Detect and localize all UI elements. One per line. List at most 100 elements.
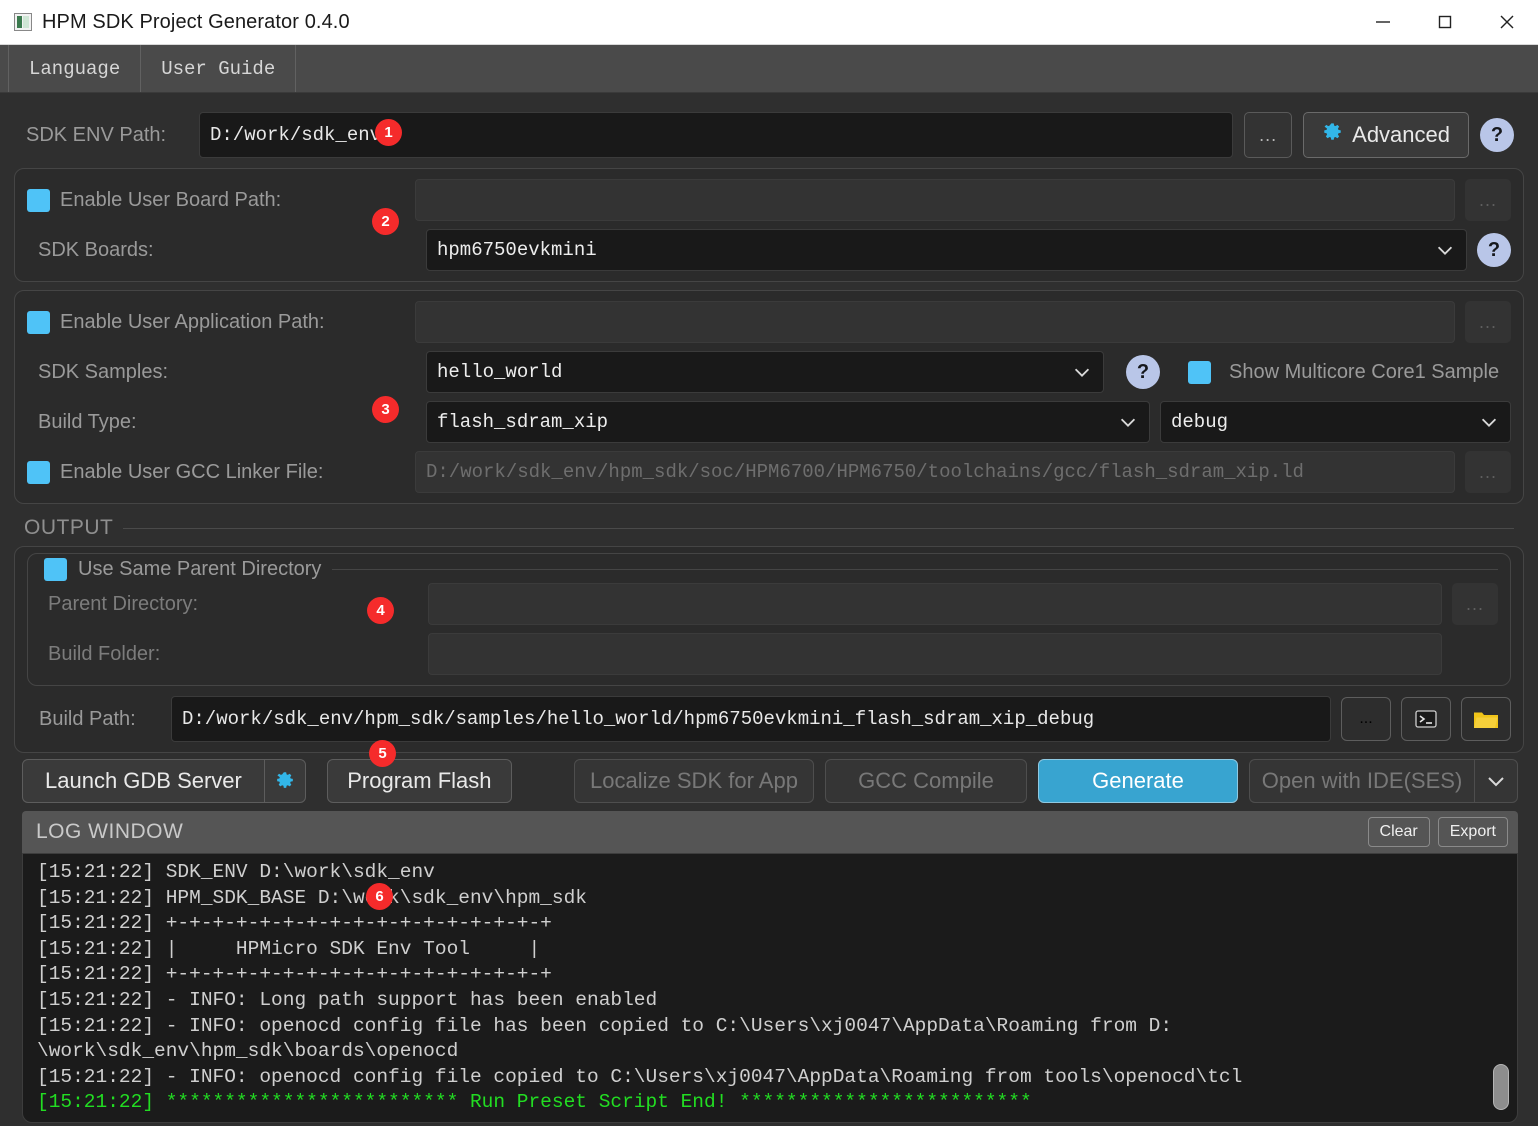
enable-linker-row: Enable User GCC Linker File: D:/work/sdk…: [27, 451, 1511, 493]
menu-item-language[interactable]: Language: [8, 45, 142, 92]
annotation-badge-6: 6: [366, 883, 393, 910]
app-icon: [14, 13, 32, 31]
log-line: [15:21:22] SDK_ENV D:\work\sdk_env: [37, 861, 435, 883]
chevron-down-icon: [1432, 237, 1458, 263]
build-type-row: Build Type: flash_sdram_xip debug: [27, 401, 1511, 443]
application-window: HPM SDK Project Generator 0.4.0 Language…: [0, 0, 1538, 1126]
build-type-value: flash_sdram_xip: [437, 411, 609, 433]
sdk-boards-label: SDK Boards:: [38, 238, 154, 261]
gear-icon: [1322, 122, 1343, 149]
output-section-divider: [123, 527, 1514, 529]
generate-button[interactable]: Generate: [1038, 759, 1238, 803]
user-app-browse-button[interactable]: ...: [1465, 301, 1511, 343]
linker-browse-button[interactable]: ...: [1465, 451, 1511, 493]
sdk-boards-value: hpm6750evkmini: [437, 239, 597, 261]
use-same-parent-divider: [332, 569, 1498, 570]
chevron-down-icon: [1476, 409, 1502, 435]
sdk-samples-select[interactable]: hello_world: [426, 351, 1104, 393]
log-line: [15:21:22] +-+-+-+-+-+-+-+-+-+-+-+-+-+-+…: [37, 912, 552, 935]
use-same-parent-group: Use Same Parent Directory Parent Directo…: [27, 553, 1511, 686]
sdk-boards-help-button[interactable]: ?: [1477, 233, 1511, 267]
log-line: [15:21:22] - INFO: Long path support has…: [37, 988, 658, 1011]
parent-directory-label: Parent Directory:: [48, 592, 199, 615]
close-icon[interactable]: [1476, 0, 1538, 45]
build-path-label: Build Path:: [39, 707, 136, 730]
use-same-parent-legend: Use Same Parent Directory: [44, 558, 1498, 581]
annotation-badge-5: 5: [369, 740, 396, 767]
open-with-ide-chevron-down-icon[interactable]: [1474, 759, 1518, 803]
log-line: [15:21:22] - INFO: openocd config file h…: [37, 1014, 1173, 1037]
folder-icon[interactable]: [1461, 697, 1511, 741]
user-board-path-input[interactable]: [415, 179, 1455, 221]
enable-user-app-checkbox[interactable]: [27, 310, 50, 334]
output-section-title: OUTPUT: [24, 516, 1524, 540]
enable-user-board-label: Enable User Board Path:: [60, 188, 282, 211]
minimize-icon[interactable]: [1352, 0, 1414, 45]
build-variant-value: debug: [1171, 411, 1229, 433]
annotation-badge-4: 4: [367, 597, 394, 624]
build-variant-select[interactable]: debug: [1160, 401, 1511, 443]
log-clear-button[interactable]: Clear: [1367, 817, 1430, 847]
output-group: Use Same Parent Directory Parent Directo…: [14, 546, 1524, 753]
log-window: LOG WINDOW Clear Export [15:21:22] SDK_E…: [14, 811, 1524, 1126]
build-path-browse-button[interactable]: ...: [1341, 697, 1391, 741]
main-content: SDK ENV Path: D:/work/sdk_env ... Advanc…: [0, 93, 1538, 1126]
log-line: [15:21:22] +-+-+-+-+-+-+-+-+-+-+-+-+-+-+…: [37, 963, 552, 986]
window-title: HPM SDK Project Generator 0.4.0: [42, 10, 350, 33]
user-app-path-input[interactable]: [415, 301, 1455, 343]
log-lines: [15:21:22] SDK_ENV D:\work\sdk_env [15:21…: [31, 860, 1517, 1116]
linker-path-input[interactable]: D:/work/sdk_env/hpm_sdk/soc/HPM6700/HPM6…: [415, 451, 1455, 493]
maximize-icon[interactable]: [1414, 0, 1476, 45]
annotation-badge-3: 3: [372, 396, 399, 423]
log-line: \work\sdk_env\hpm_sdk\boards\openocd: [37, 1040, 459, 1063]
build-path-input[interactable]: D:/work/sdk_env/hpm_sdk/samples/hello_wo…: [171, 696, 1331, 742]
enable-linker-label: Enable User GCC Linker File:: [60, 460, 324, 483]
enable-linker-checkbox[interactable]: [27, 460, 50, 484]
user-board-browse-button[interactable]: ...: [1465, 179, 1511, 221]
log-export-button[interactable]: Export: [1437, 817, 1508, 847]
gcc-compile-button[interactable]: GCC Compile: [825, 759, 1027, 803]
log-line: [15:21:22] HPM_SDK_BASE D:\work\sdk_env\…: [37, 886, 587, 909]
advanced-button-label: Advanced: [1352, 122, 1450, 147]
sdk-samples-help-button[interactable]: ?: [1126, 355, 1160, 389]
parent-directory-browse-button[interactable]: ...: [1452, 583, 1498, 625]
log-window-title: LOG WINDOW: [36, 820, 184, 843]
sdk-env-browse-button[interactable]: ...: [1244, 112, 1293, 158]
build-folder-input[interactable]: [428, 633, 1442, 675]
use-same-parent-label: Use Same Parent Directory: [78, 558, 322, 580]
gdb-settings-gear-icon[interactable]: [263, 759, 306, 803]
log-line: [15:21:22] - INFO: openocd config file c…: [37, 1065, 1243, 1088]
enable-user-app-label: Enable User Application Path:: [60, 310, 325, 333]
advanced-button[interactable]: Advanced: [1303, 112, 1469, 158]
log-scrollbar-track[interactable]: [1493, 858, 1513, 1118]
program-flash-button[interactable]: Program Flash: [326, 759, 512, 803]
enable-user-app-row: Enable User Application Path: ...: [27, 301, 1511, 343]
output-section-label: OUTPUT: [24, 516, 114, 539]
parent-directory-input[interactable]: [428, 583, 1442, 625]
log-window-header: LOG WINDOW Clear Export: [22, 811, 1518, 853]
menu-item-user-guide[interactable]: User Guide: [141, 45, 297, 92]
show-multicore-checkbox[interactable]: [1188, 360, 1211, 384]
terminal-icon[interactable]: [1401, 697, 1451, 741]
chevron-down-icon: [1069, 359, 1095, 385]
sdk-env-path-input[interactable]: D:/work/sdk_env: [199, 112, 1234, 158]
log-scrollbar-thumb[interactable]: [1493, 1063, 1509, 1110]
enable-user-board-checkbox[interactable]: [27, 188, 50, 212]
sdk-boards-select[interactable]: hpm6750evkmini: [426, 229, 1467, 271]
annotation-badge-2: 2: [372, 208, 399, 235]
title-bar: HPM SDK Project Generator 0.4.0: [0, 0, 1538, 45]
launch-gdb-server-button[interactable]: Launch GDB Server: [22, 759, 264, 803]
action-buttons-row: Launch GDB Server Program Flash Localize…: [14, 759, 1524, 803]
application-group: Enable User Application Path: ... SDK Sa…: [14, 290, 1524, 504]
open-with-ide-button[interactable]: Open with IDE(SES): [1249, 759, 1474, 803]
parent-directory-row: Parent Directory: ...: [40, 583, 1498, 625]
sdk-samples-row: SDK Samples: hello_world ? Show Multicor…: [27, 351, 1511, 393]
use-same-parent-checkbox[interactable]: [44, 558, 67, 581]
log-line: [15:21:22] ************************* Run…: [37, 1091, 1032, 1114]
build-type-select[interactable]: flash_sdram_xip: [426, 401, 1150, 443]
sdk-env-help-button[interactable]: ?: [1480, 118, 1514, 152]
localize-sdk-button[interactable]: Localize SDK for App: [574, 759, 814, 803]
show-multicore-label: Show Multicore Core1 Sample: [1229, 360, 1500, 383]
log-output[interactable]: [15:21:22] SDK_ENV D:\work\sdk_env [15:21…: [22, 853, 1518, 1123]
sdk-boards-row: SDK Boards: hpm6750evkmini ?: [27, 229, 1511, 271]
